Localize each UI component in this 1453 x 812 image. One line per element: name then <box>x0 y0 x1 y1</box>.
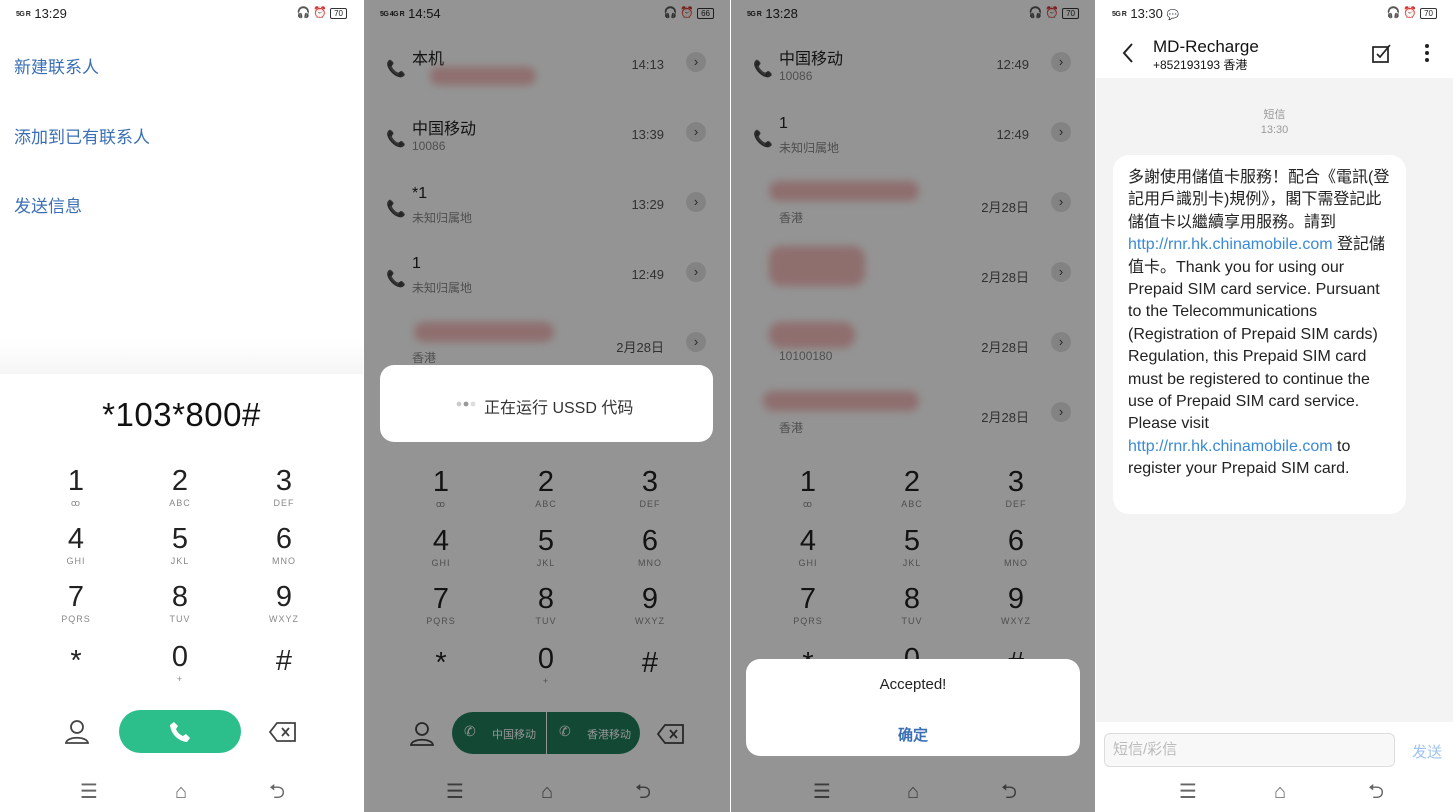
key-8[interactable]: 8 TUV <box>130 582 230 624</box>
status-bar: 5G R 13:29 🎧 ⏰ 70 <box>16 6 347 22</box>
key-6[interactable]: 6 MNO <box>234 524 334 566</box>
confirm-button[interactable]: 确定 <box>746 724 1080 745</box>
key-letters: ABC <box>169 498 191 508</box>
dialog-message: Accepted! <box>879 676 947 693</box>
key-digit: 5 <box>171 523 189 555</box>
key-hash[interactable]: # <box>234 646 334 676</box>
status-icons: 🎧 ⏰ 70 <box>1387 6 1437 19</box>
back-icon[interactable]: ⮌ <box>262 780 292 804</box>
message-time: 13:30 <box>1260 124 1289 136</box>
battery-icon: 70 <box>1420 8 1437 19</box>
add-to-contact-option[interactable]: 添加到已有联系人 <box>14 123 150 148</box>
message-link[interactable]: http://rnr.hk.chinamobile.com <box>1128 236 1333 253</box>
thread-header: MD-Recharge +852193193 香港 <box>1096 26 1453 78</box>
compose-bar: 短信/彩信 发送 ☰ ⌂ ⮌ <box>1096 722 1453 812</box>
key-letters: TUV <box>169 614 191 624</box>
key-letters: + <box>176 674 184 684</box>
key-digit: 8 <box>171 581 189 613</box>
new-contact-option[interactable]: 新建联系人 <box>14 53 99 78</box>
send-button[interactable]: 发送 <box>1412 741 1442 762</box>
key-3[interactable]: 3 DEF <box>234 466 334 508</box>
send-message-option[interactable]: 发送信息 <box>14 192 82 217</box>
ussd-status-text: 正在运行 USSD 代码 <box>484 400 634 417</box>
key-letters: WXYZ <box>269 614 299 624</box>
message-link[interactable]: http://rnr.hk.chinamobile.com <box>1128 438 1333 455</box>
status-icons: 🎧 ⏰ 70 <box>297 6 347 19</box>
key-digit: # <box>275 645 293 677</box>
voicemail-icon: ꝏ <box>70 498 82 508</box>
phone-icon <box>170 722 190 742</box>
message-notification-icon: 💬 <box>1166 10 1179 21</box>
contacts-icon[interactable] <box>63 718 91 746</box>
key-digit: 2 <box>171 465 189 497</box>
key-letters: DEF <box>273 498 295 508</box>
key-digit: 9 <box>275 581 293 613</box>
sender-number: +852193193 香港 <box>1153 58 1248 72</box>
home-icon[interactable]: ⌂ <box>166 780 196 804</box>
signal-icon: 5G R <box>1112 11 1127 18</box>
loading-spinner-icon <box>456 401 476 407</box>
back-arrow-icon[interactable] <box>1121 42 1135 64</box>
key-letters: GHI <box>66 556 86 566</box>
key-7[interactable]: 7 PQRS <box>26 582 126 624</box>
status-time: 13:30 <box>1130 6 1163 21</box>
key-digit: 0 <box>171 641 189 673</box>
key-digit: 6 <box>275 523 293 555</box>
key-1[interactable]: 1ꝏ <box>26 466 126 508</box>
ussd-result-panel: 5G R 13:28 🎧 ⏰ 70 📞 中国移动 10086 12:49 › 📞 1… <box>731 0 1095 812</box>
divider <box>0 340 363 374</box>
key-star[interactable]: * <box>26 646 126 676</box>
key-0[interactable]: 0 + <box>130 642 230 684</box>
battery-icon: 70 <box>330 8 347 19</box>
signal-icon: 5G R <box>16 11 31 18</box>
message-text: 多謝使用儲值卡服務！配合《電訊(登記用戶識別卡)規例》，閣下需登記此儲值卡以繼續… <box>1128 169 1390 231</box>
dialer-panel: 5G R 13:29 🎧 ⏰ 70 新建联系人 添加到已有联系人 发送信息 *103… <box>0 0 363 812</box>
status-bar: 5G R 13:30 💬 🎧 ⏰ 70 <box>1112 6 1437 22</box>
nav-bar: ☰ ⌂ ⮌ <box>1096 780 1453 806</box>
key-5[interactable]: 5 JKL <box>130 524 230 566</box>
key-9[interactable]: 9 WXYZ <box>234 582 334 624</box>
dialed-number: *103*800# <box>102 396 261 433</box>
nav-bar: ☰ ⌂ ⮌ <box>0 780 363 806</box>
ussd-result-dialog: Accepted! 确定 <box>746 659 1080 756</box>
back-icon[interactable]: ⮌ <box>1361 780 1391 804</box>
message-input[interactable]: 短信/彩信 <box>1104 733 1395 767</box>
key-digit: * <box>70 645 82 677</box>
message-meta: 短信 13:30 <box>1096 108 1453 138</box>
key-digit: 7 <box>67 581 85 613</box>
select-checkbox-icon[interactable] <box>1371 42 1393 64</box>
backspace-icon[interactable] <box>268 720 298 744</box>
home-icon[interactable]: ⌂ <box>1265 780 1295 804</box>
ussd-progress-dialog: 正在运行 USSD 代码 <box>380 365 713 442</box>
key-letters: JKL <box>170 556 190 566</box>
key-4[interactable]: 4 GHI <box>26 524 126 566</box>
message-type: 短信 <box>1263 109 1286 121</box>
key-digit: 4 <box>67 523 85 555</box>
message-text: 登記儲值卡。Thank you for using our Prepaid SI… <box>1128 236 1385 433</box>
status-time: 13:29 <box>34 6 67 21</box>
menu-icon[interactable]: ☰ <box>1173 780 1203 804</box>
key-digit: 3 <box>275 465 293 497</box>
key-letters: PQRS <box>61 614 91 624</box>
call-button[interactable] <box>119 710 241 753</box>
key-digit: 1 <box>67 465 85 497</box>
sms-thread-panel: 5G R 13:30 💬 🎧 ⏰ 70 MD-Recharge +852193193… <box>1096 0 1453 812</box>
ussd-running-panel: 5G 4G R 14:54 🎧 ⏰ 66 📞 本机 14:13 › 📞 中国移动 1… <box>364 0 730 812</box>
menu-icon[interactable]: ☰ <box>74 780 104 804</box>
key-2[interactable]: 2 ABC <box>130 466 230 508</box>
more-options-icon[interactable] <box>1424 42 1430 64</box>
key-letters: MNO <box>272 556 296 566</box>
sender-name: MD-Recharge <box>1153 37 1259 56</box>
message-bubble: 多謝使用儲值卡服務！配合《電訊(登記用戶識別卡)規例》，閣下需登記此儲值卡以繼續… <box>1113 155 1406 514</box>
